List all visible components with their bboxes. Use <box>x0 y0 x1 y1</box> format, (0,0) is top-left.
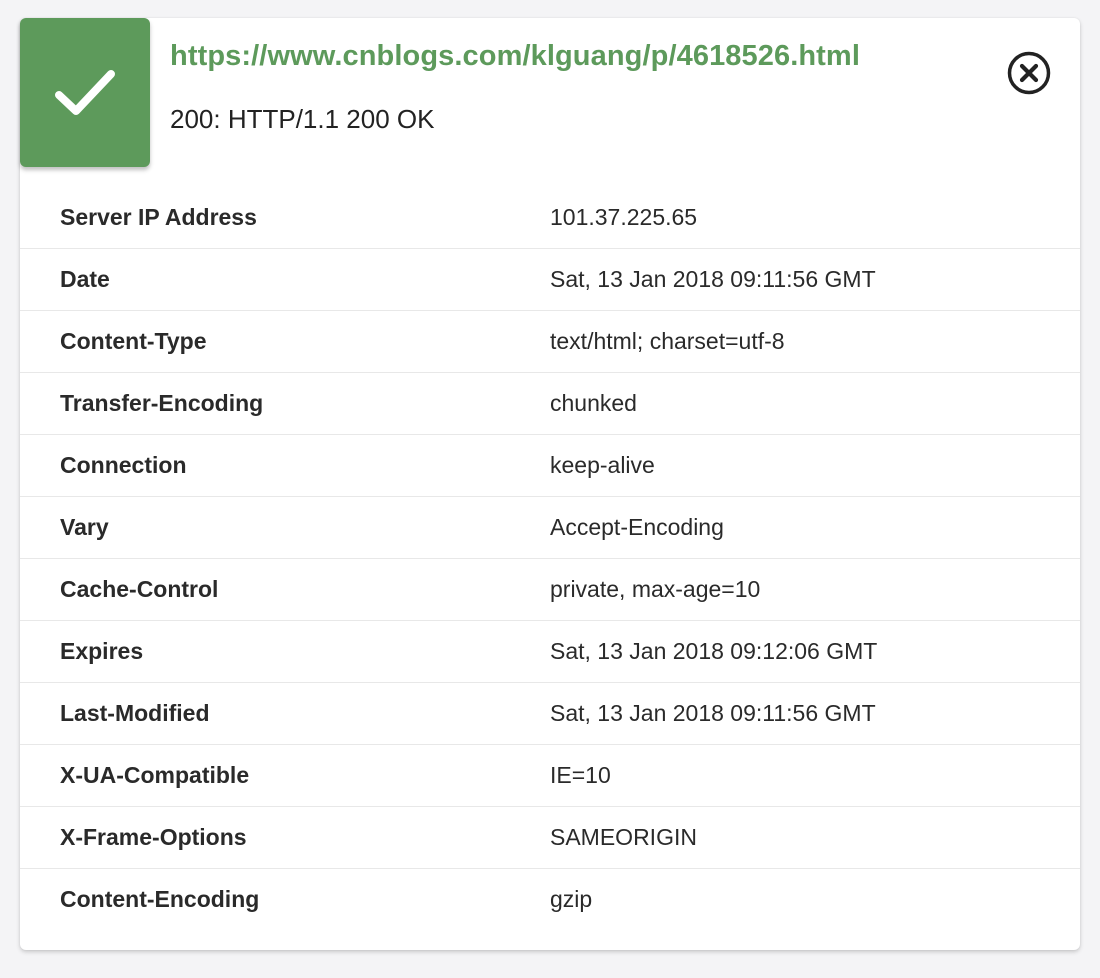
close-button[interactable] <box>1005 49 1053 97</box>
header-value: keep-alive <box>550 452 655 478</box>
header-name: Last-Modified <box>60 700 210 726</box>
header-name: Content-Type <box>60 328 207 354</box>
header-row: Content-Encoding gzip <box>20 869 1080 930</box>
header-row: Date Sat, 13 Jan 2018 09:11:56 GMT <box>20 249 1080 311</box>
header-row: Server IP Address 101.37.225.65 <box>20 187 1080 249</box>
header-value: IE=10 <box>550 762 611 788</box>
header-name: Connection <box>60 452 187 478</box>
status-success-badge <box>20 18 150 167</box>
header-value: SAMEORIGIN <box>550 824 697 850</box>
header-row: X-UA-Compatible IE=10 <box>20 745 1080 807</box>
header-row: Vary Accept-Encoding <box>20 497 1080 559</box>
result-url-link[interactable]: https://www.cnblogs.com/klguang/p/461852… <box>170 40 860 73</box>
header-row: Connection keep-alive <box>20 435 1080 497</box>
header-row: Content-Type text/html; charset=utf-8 <box>20 311 1080 373</box>
header-value: 101.37.225.65 <box>550 204 698 230</box>
header-row: Cache-Control private, max-age=10 <box>20 559 1080 621</box>
header-value: Accept-Encoding <box>550 514 724 540</box>
header-value: chunked <box>550 390 637 416</box>
header-name: Cache-Control <box>60 576 219 602</box>
header-name: X-Frame-Options <box>60 824 247 850</box>
header-value: Sat, 13 Jan 2018 09:12:06 GMT <box>550 638 878 664</box>
header-value: Sat, 13 Jan 2018 09:11:56 GMT <box>550 700 876 726</box>
header-row: Expires Sat, 13 Jan 2018 09:12:06 GMT <box>20 621 1080 683</box>
header-name: Vary <box>60 514 109 540</box>
header-name: Date <box>60 266 110 292</box>
header-value: gzip <box>550 886 593 912</box>
result-card: https://www.cnblogs.com/klguang/p/461852… <box>20 18 1080 950</box>
header-value: Sat, 13 Jan 2018 09:11:56 GMT <box>550 266 876 292</box>
header-row: Last-Modified Sat, 13 Jan 2018 09:11:56 G… <box>20 683 1080 745</box>
header-row: Transfer-Encoding chunked <box>20 373 1080 435</box>
header-value: text/html; charset=utf-8 <box>550 328 785 354</box>
header-name: Server IP Address <box>60 204 257 230</box>
checkmark-icon <box>55 69 115 115</box>
response-headers-table: Server IP Address 101.37.225.65 Date Sat, 1… <box>20 187 1080 930</box>
header-name: Content-Encoding <box>60 886 260 912</box>
header-name: Transfer-Encoding <box>60 390 264 416</box>
header-row: X-Frame-Options SAMEORIGIN <box>20 807 1080 869</box>
http-status-text: 200: HTTP/1.1 200 OK <box>170 104 435 134</box>
header-name: Expires <box>60 638 144 664</box>
close-circle-icon <box>1007 51 1051 95</box>
header-value: private, max-age=10 <box>550 576 761 602</box>
header-name: X-UA-Compatible <box>60 762 250 788</box>
